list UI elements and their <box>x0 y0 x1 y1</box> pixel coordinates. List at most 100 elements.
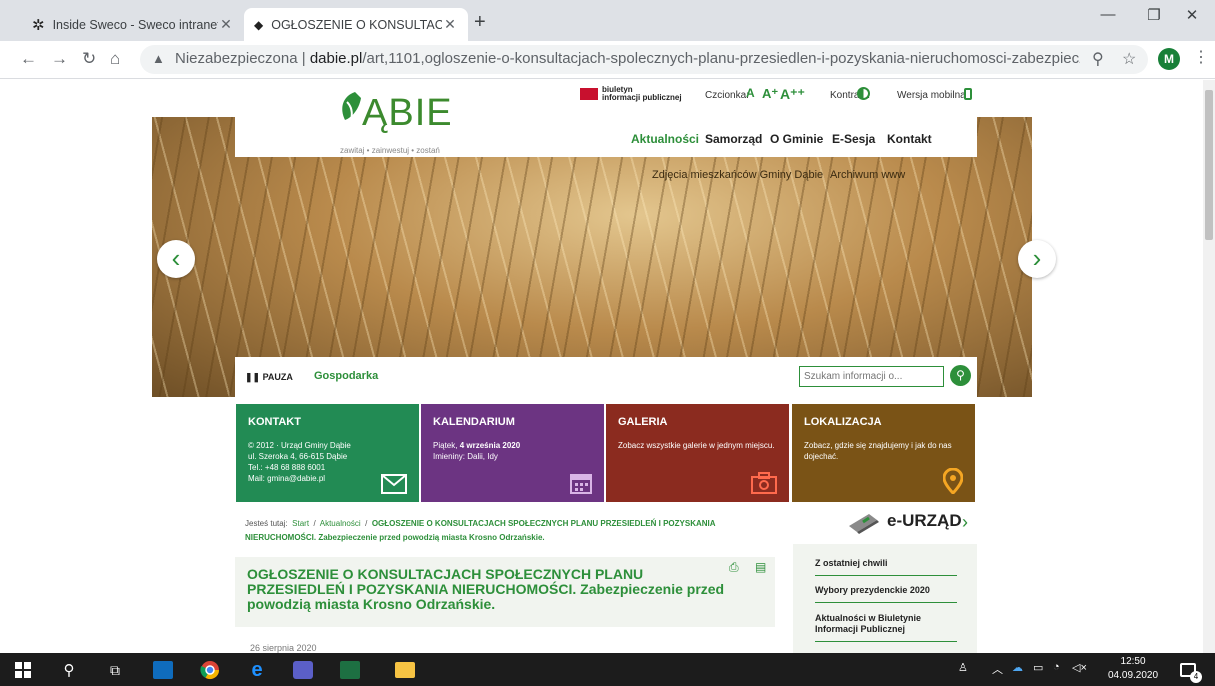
home-icon[interactable]: ⌂ <box>110 47 120 71</box>
sidebar-item-elections[interactable]: Wybory prezydenckie 2020 <box>815 585 957 603</box>
tile-title: GALERIA <box>618 416 668 428</box>
tile-kontakt[interactable]: KONTAKT © 2012 · Urząd Gminy Dąbie ul. S… <box>236 404 419 502</box>
slider-next-icon[interactable]: › <box>1018 240 1056 278</box>
tile-galeria[interactable]: GALERIA Zobacz wszystkie galerie w jedny… <box>606 404 789 502</box>
sidebar-item-latest[interactable]: Z ostatniej chwili <box>815 558 957 576</box>
nav-item-kontakt[interactable]: Kontakt <box>887 132 932 146</box>
breadcrumb-separator: / <box>365 519 368 528</box>
onedrive-icon[interactable]: ☁ <box>1012 661 1023 674</box>
volume-muted-icon[interactable]: ◁× <box>1072 661 1087 674</box>
breadcrumb-start[interactable]: Start <box>292 519 309 528</box>
close-tab-icon[interactable]: ✕ <box>218 16 234 33</box>
tab-title: Inside Sweco - Sweco intranet <box>52 17 218 32</box>
bip-link[interactable]: biuletyn informacji publicznej <box>580 86 682 102</box>
chevron-right-icon[interactable]: › <box>962 512 968 533</box>
network-icon[interactable]: ◔ <box>1053 661 1060 673</box>
hero-slider-image <box>152 117 1032 397</box>
font-size-large-button[interactable]: A⁺ <box>762 86 778 102</box>
teams-icon[interactable] <box>292 659 314 681</box>
show-hidden-icons-icon[interactable]: ︿ <box>992 661 1003 677</box>
hero-caption-link[interactable]: Zdjęcia mieszkańców Gminy Dąbie <box>652 169 823 181</box>
site-logo-text[interactable]: ĄBIE <box>362 92 453 135</box>
font-size-normal-button[interactable]: A <box>746 86 755 100</box>
back-icon[interactable]: ← <box>20 47 37 71</box>
sidebar-item-bip-news[interactable]: Aktualności w Biuletynie Informacji Publ… <box>815 613 957 642</box>
slider-pause-button[interactable]: ❚❚ PAUZA <box>245 372 293 383</box>
dabie-favicon-icon: ◆ <box>254 17 264 32</box>
calendar-icon <box>570 472 592 494</box>
file-explorer-icon[interactable] <box>394 659 416 681</box>
breadcrumb-current: OGŁOSZENIE O KONSULTACJACH SPOŁECZNYCH P… <box>245 519 716 542</box>
notification-count-badge: 4 <box>1190 671 1202 683</box>
close-tab-icon[interactable]: ✕ <box>442 16 458 33</box>
search-input[interactable] <box>799 366 944 387</box>
task-view-icon[interactable]: ⧉ <box>104 659 126 681</box>
url-text[interactable]: Niezabezpieczona | dabie.pl/art,1101,ogl… <box>175 50 1080 67</box>
breadcrumb-section[interactable]: Aktualności <box>320 519 361 528</box>
windows-start-icon[interactable] <box>12 659 34 681</box>
tile-text: Zobacz, gdzie się znajdujemy i jak do na… <box>804 441 952 461</box>
pdf-icon[interactable]: ▤ <box>755 560 766 574</box>
clock-date: 04.09.2020 <box>1108 670 1159 681</box>
contact-line: © 2012 · Urząd Gminy Dąbie <box>248 441 351 450</box>
breadcrumb: Jesteś tutaj: Start / Aktualności / OGŁO… <box>245 517 785 545</box>
name-days: Imieniny: Dalii, Idy <box>433 452 498 461</box>
profile-avatar[interactable]: M <box>1158 48 1180 70</box>
tile-text: Zobacz wszystkie galerie w jednym miejsc… <box>618 441 775 450</box>
slider-category-link[interactable]: Gospodarka <box>314 370 378 382</box>
date-prefix: Piątek, <box>433 441 458 450</box>
notifications-icon[interactable]: 4 <box>1177 659 1202 683</box>
search-button[interactable]: ⚲ <box>950 365 971 386</box>
calendar-date: 4 września 2020 <box>459 441 521 450</box>
not-secure-warning-icon[interactable]: ▲ <box>152 51 165 66</box>
site-tagline: zawitaj • zainwestuj • zostań <box>340 146 440 155</box>
article-title: OGŁOSZENIE O KONSULTACJACH SPOŁECZNYCH P… <box>247 566 725 612</box>
nav-item-e-sesja[interactable]: E-Sesja <box>832 132 875 146</box>
nav-item-samorzad[interactable]: Samorząd <box>705 132 762 146</box>
sweco-favicon-icon: ✲ <box>32 16 45 34</box>
contrast-toggle-icon[interactable] <box>857 87 870 100</box>
contact-line: ul. Szeroka 4, 66-615 Dąbie <box>248 452 348 461</box>
tile-lokalizacja[interactable]: LOKALIZACJA Zobacz, gdzie się znajdujemy… <box>792 404 975 502</box>
breadcrumb-separator: / <box>313 519 316 528</box>
tab-dabie-article[interactable]: ◆ OGŁOSZENIE O KONSULTACJACH ✕ <box>244 8 468 41</box>
nav-item-o-gminie[interactable]: O Gminie <box>770 132 823 146</box>
bip-flag-icon <box>580 88 598 100</box>
excel-icon[interactable] <box>339 659 361 681</box>
bookmark-star-icon[interactable]: ☆ <box>1122 49 1136 69</box>
mobile-version-link[interactable]: Wersja mobilna <box>897 90 966 101</box>
bip-label-line2: informacji publicznej <box>602 93 682 102</box>
mobile-phone-icon[interactable] <box>964 88 972 100</box>
scrollbar-thumb[interactable] <box>1205 90 1213 240</box>
forward-icon[interactable]: → <box>51 47 68 71</box>
internet-explorer-icon[interactable]: e <box>246 659 268 681</box>
reload-icon[interactable]: ↻ <box>82 47 96 71</box>
font-size-xlarge-button[interactable]: A⁺⁺ <box>780 86 805 103</box>
battery-icon[interactable]: ▭ <box>1033 661 1043 674</box>
outlook-icon[interactable] <box>152 659 174 681</box>
close-window-button[interactable]: ✕ <box>1169 6 1215 24</box>
clock[interactable]: 12:50 04.09.2020 <box>1108 655 1158 683</box>
browser-menu-icon[interactable]: ⋮ <box>1193 47 1209 67</box>
minimize-button[interactable]: — <box>1085 6 1131 23</box>
tile-title: LOKALIZACJA <box>804 416 882 428</box>
eurzad-link[interactable]: e-URZĄD <box>845 508 962 534</box>
contact-line: Tel.: +48 68 888 6001 <box>248 463 326 472</box>
print-icon[interactable]: ⎙ <box>729 560 739 575</box>
nav-item-aktualnosci[interactable]: Aktualności <box>631 132 699 146</box>
slider-prev-icon[interactable]: ‹ <box>157 240 195 278</box>
camera-icon <box>751 472 777 494</box>
clock-time: 12:50 <box>1120 656 1146 667</box>
zoom-icon[interactable]: ⚲ <box>1092 49 1104 69</box>
sidebar-links: Z ostatniej chwili Wybory prezydenckie 2… <box>793 544 977 654</box>
envelope-icon <box>381 474 407 494</box>
tile-kalendarium[interactable]: KALENDARIUM Piątek, 4 września 2020 Imie… <box>421 404 604 502</box>
new-tab-button[interactable]: + <box>474 12 486 32</box>
laptop-icon <box>845 508 881 534</box>
archive-link[interactable]: Archiwum www <box>830 169 905 181</box>
chrome-icon[interactable] <box>199 659 221 681</box>
people-icon[interactable]: ♙ <box>958 661 968 674</box>
breadcrumb-prefix: Jesteś tutaj: <box>245 519 288 528</box>
tab-sweco-intranet[interactable]: ✲ Inside Sweco - Sweco intranet ✕ <box>22 8 244 41</box>
search-icon[interactable]: ⚲ <box>58 659 80 681</box>
